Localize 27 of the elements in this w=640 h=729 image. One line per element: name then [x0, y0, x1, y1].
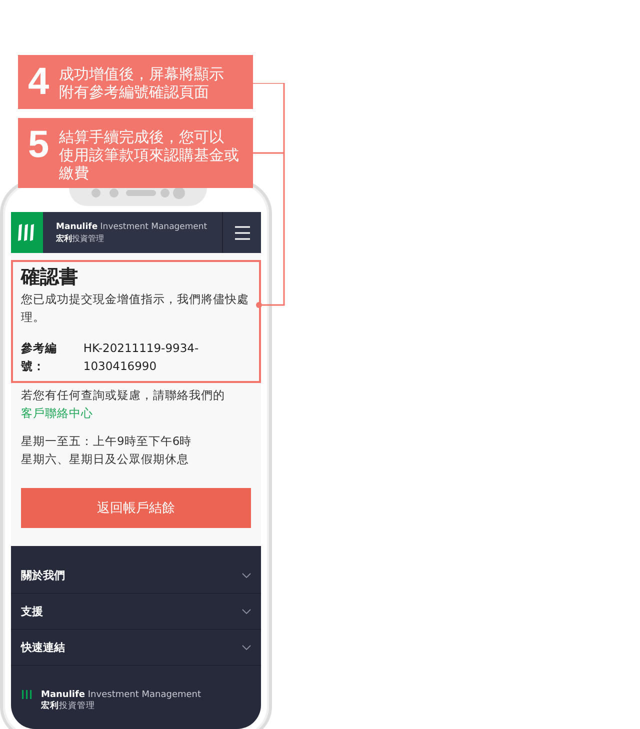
callout-text: 結算手續完成後，您可以: [59, 128, 226, 146]
chevron-icon: [242, 573, 251, 578]
menu-icon: [234, 226, 250, 240]
reference-label: 參考編號：: [21, 340, 58, 375]
hours-text: 星期一至五：上午9時至下午6時: [21, 433, 193, 450]
callout-text: 附有參考編號確認頁面: [59, 83, 210, 101]
brand-name: 宏利投資管理: [56, 232, 105, 244]
chevron-icon: [242, 645, 251, 650]
hours-text: 星期六、星期日及公眾假期休息: [21, 451, 190, 468]
callout-text: 繳費: [59, 164, 90, 182]
contact-text: 若您有任何查詢或疑慮，請聯絡我們的 客戶聯絡中心: [21, 387, 226, 422]
sensor-icon: [91, 187, 185, 199]
callout-text: 成功增值後，屏幕將顯示: [59, 65, 224, 83]
brand-name: Manulife Investment Management: [56, 222, 208, 232]
footer-item[interactable]: 支援: [11, 594, 261, 630]
reference-number: HK-20211119-9934-1030416990: [83, 340, 200, 375]
logo-icon: [21, 690, 33, 699]
step-number: 5: [28, 124, 50, 166]
brand-name: 宏利投資管理: [41, 701, 96, 712]
confirmation-message: 您已成功提交現金增值指示，我們將儘快處理。: [21, 291, 250, 326]
brand-name: Manulife Investment Management: [41, 690, 202, 700]
footer-item[interactable]: 關於我們: [11, 558, 261, 594]
step-number: 4: [28, 61, 50, 103]
chevron-icon: [242, 609, 251, 614]
page-title: 確認書: [21, 265, 79, 290]
footer-item[interactable]: 快速連結: [11, 630, 261, 666]
callout-text: 使用該筆款項來認購基金或: [59, 146, 240, 164]
